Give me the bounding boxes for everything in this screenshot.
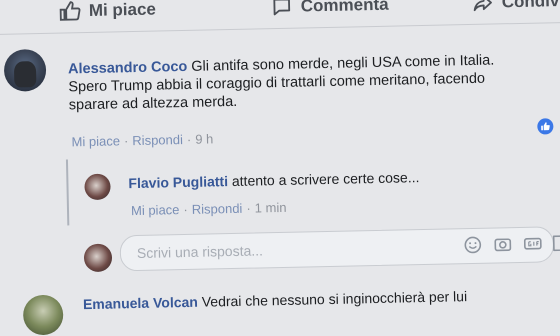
avatar[interactable]: [3, 48, 47, 92]
speech-bubble-icon: [273, 0, 291, 16]
comment-label: Commenta: [300, 0, 389, 16]
comment-reply-link[interactable]: Rispondi: [132, 132, 183, 148]
emoji-icon[interactable]: [463, 235, 483, 255]
sticker-icon[interactable]: [551, 233, 560, 253]
avatar: [83, 243, 113, 273]
comment-author[interactable]: Emanuela Volcan: [83, 294, 198, 312]
share-button[interactable]: Condivid: [472, 0, 560, 14]
reply-body: Flavio Pugliatti attento a scrivere cert…: [128, 169, 419, 191]
reply-meta: Mi piace · Rispondi · 1 min: [130, 199, 287, 219]
reply-like-link[interactable]: Mi piace: [131, 202, 180, 218]
comment-body: Alessandro Coco Gli antifa sono merde, n…: [68, 50, 559, 114]
thumbs-up-icon: [59, 1, 81, 21]
comment-like-link[interactable]: Mi piace: [71, 133, 120, 149]
reply-thread-line: [65, 159, 70, 226]
comment-button[interactable]: Commenta: [271, 0, 389, 18]
reply-author[interactable]: Flavio Pugliatti: [128, 173, 228, 191]
thumbs-up-icon: [541, 122, 550, 131]
like-button[interactable]: Mi piace: [59, 0, 157, 23]
camera-icon[interactable]: [493, 234, 513, 254]
avatar[interactable]: [84, 173, 111, 201]
comment-body: Emanuela Volcan Vedrai che nessuno si in…: [83, 288, 467, 312]
share-label: Condivid: [501, 0, 560, 12]
comment-text: Vedrai che nessuno si inginocchierà per …: [201, 288, 468, 310]
gif-icon[interactable]: [523, 234, 543, 254]
share-arrow-icon: [473, 0, 492, 12]
reaction-badge[interactable]: [537, 118, 554, 135]
comment-meta: Mi piace · Rispondi · 9 h: [71, 131, 214, 150]
post-action-bar: Mi piace Commenta Condivid: [0, 0, 560, 35]
comment-thread: Mi piace Commenta Condivid Alessandro Co…: [0, 0, 560, 336]
reply-reply-link[interactable]: Rispondi: [192, 201, 243, 217]
like-label: Mi piace: [88, 0, 157, 20]
reply-input[interactable]: Scrivi una risposta...: [119, 226, 560, 272]
reply-input-placeholder: Scrivi una risposta...: [136, 242, 264, 262]
comment-time[interactable]: 9 h: [195, 131, 213, 146]
comment-author[interactable]: Alessandro Coco: [68, 59, 188, 77]
reply-time[interactable]: 1 min: [255, 200, 287, 216]
reply-text: attento a scrivere certe cose...: [231, 169, 420, 190]
